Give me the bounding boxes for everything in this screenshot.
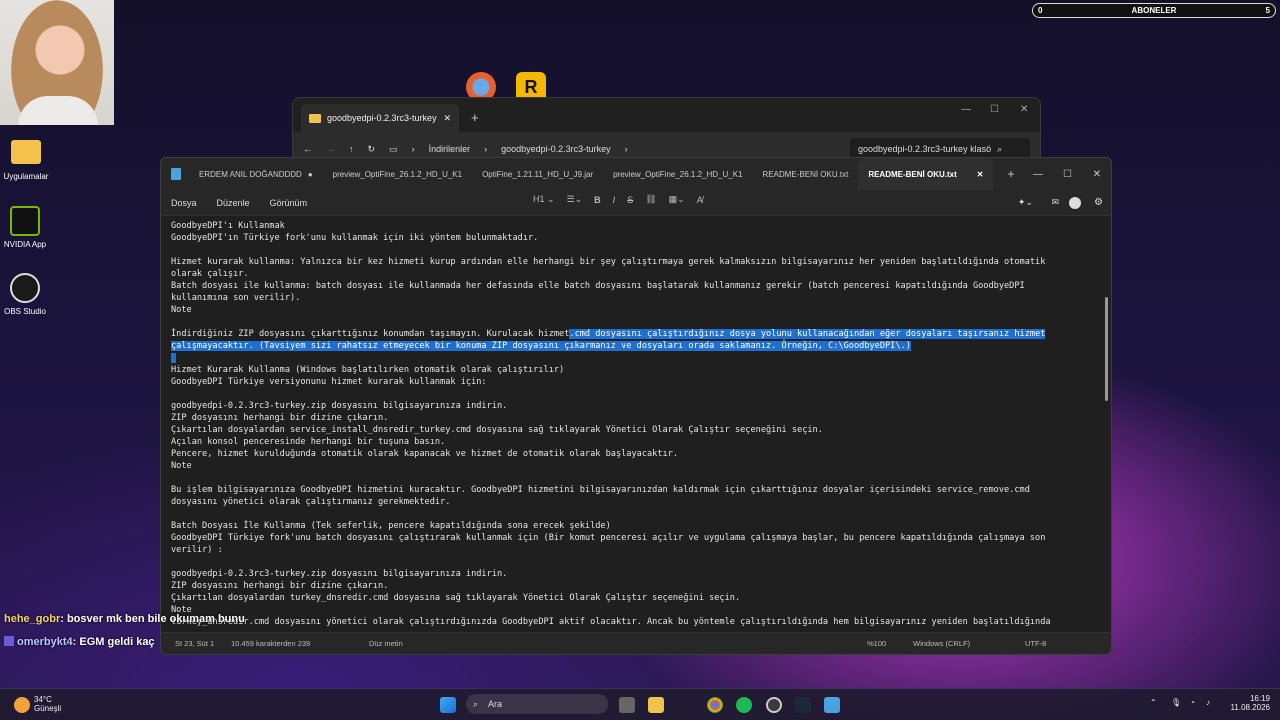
folder-icon [11,140,41,164]
chat-text: : bosver mk ben bile okumam bunu [60,613,245,625]
minimize-icon[interactable]: — [1033,169,1043,180]
char-count: 10.459 karakterden 239 [231,639,311,648]
windows-start-icon[interactable] [440,697,456,713]
notepad-taskbar-icon[interactable] [824,697,840,713]
search-icon: ⌕ [473,698,479,709]
folder-icon [309,113,321,123]
clock[interactable]: 16:19 11.08.2026 [1224,694,1270,712]
chat-badge-icon [4,636,14,646]
chat-text: : EGM geldi kaç [72,636,155,648]
selected-line-start: İndirdiğiniz ZIP dosyasını çıkarttığınız… [171,329,1046,339]
taskbar-search[interactable]: ⌕ Ara [466,694,608,714]
notepad-text-area[interactable]: GoodbyeDPI'ı Kullanmak GoodbyeDPI'ın Tür… [161,216,1111,632]
maximize-icon[interactable]: ☐ [1063,169,1072,180]
up-icon[interactable]: ↑ [349,144,354,154]
chevron-right-icon: › [624,144,628,154]
wifi-icon[interactable]: ◔ [1190,698,1195,707]
menu-view[interactable]: Görünüm [270,198,308,208]
copilot-icon[interactable]: ✦⌄ [1018,197,1033,208]
refresh-icon[interactable]: ↻ [368,144,376,155]
nvidia-icon [10,206,40,236]
chat-username: hehe_gobr [4,613,61,625]
menu-file[interactable]: Dosya [171,198,197,208]
tab-readme-active[interactable]: README-BENİ OKU.txt ✕ [858,158,994,190]
text-selection: çalışmayacaktır. (Tavsiyem sizi rahatsız… [171,341,911,351]
close-window-icon[interactable]: ✕ [1093,169,1101,180]
chevron-up-icon[interactable]: ⌃ [1150,698,1157,707]
volume-icon[interactable]: ♪ [1206,698,1210,707]
menu-edit[interactable]: Düzenle [217,198,250,208]
chat-username: omerbykt4 [17,636,73,648]
notepad-window: ERDEM ANIL DOĞANDDDD ● preview_OptiFine_2… [160,157,1112,655]
breadcrumb-folder[interactable]: goodbyedpi-0.2.3rc3-turkey [501,144,611,154]
chat-message: hehe_gobr: bosver mk ben bile okumam bun… [4,613,245,625]
chevron-right-icon: › [484,144,488,154]
desktop-icon-nvidia[interactable]: NVIDIA App [0,206,54,249]
line-ending[interactable]: Windows (CRLF) [913,639,970,648]
tab-optifine-jar[interactable]: OptiFine_1.21.11_HD_U_J9.jar [472,158,603,190]
scrollbar[interactable] [1105,297,1108,401]
zoom-level[interactable]: %100 [867,639,886,648]
encoding[interactable]: UTF-8 [1025,639,1046,648]
notepad-tabbar: ERDEM ANIL DOĞANDDDD ● preview_OptiFine_2… [161,158,1111,190]
notepad-menubar: Dosya Düzenle Görünüm H1 ⌄ ☰⌄ B I S ⛓ ▦⌄… [161,190,1111,216]
tab-preview-1[interactable]: preview_OptiFine_26.1.2_HD_U_K1 [323,158,472,190]
monitor-icon[interactable]: ▭ [389,144,398,155]
close-window-icon[interactable]: ✕ [1020,104,1028,115]
desktop-icon-obs[interactable]: OBS Studio [0,273,54,316]
feedback-icon[interactable]: ✉ [1051,197,1059,208]
text-selection-empty [171,353,177,363]
obs-icon [10,273,40,303]
chat-message: omerbykt4: EGM geldi kaç [4,636,155,648]
microphone-icon[interactable]: 🎙 [1171,698,1181,707]
tab-readme[interactable]: README-BENİ OKU.txt [753,158,859,190]
github-icon[interactable] [766,697,782,713]
subscriber-bar: 0 ABONELER 5 [1032,3,1276,18]
tab-erdem[interactable]: ERDEM ANIL DOĞANDDDD ● [189,158,323,190]
new-tab-icon[interactable]: + [1007,167,1014,181]
task-view-icon[interactable] [619,697,635,713]
weather-widget[interactable]: 34°C Güneşli [34,695,61,713]
file-explorer-taskbar-icon[interactable] [648,697,664,713]
notepad-icon [171,168,181,180]
search-icon: ⌕ [997,143,1003,154]
format-toolbar: H1 ⌄ ☰⌄ B I S ⛓ ▦⌄ A̸ [533,194,703,205]
heading-select[interactable]: H1 ⌄ [533,194,555,205]
bold-icon[interactable]: B [594,195,601,205]
webcam-overlay [0,0,114,125]
link-icon[interactable]: ⛓ [645,194,656,205]
text-mode[interactable]: Düz metin [369,639,403,648]
chrome-icon[interactable] [707,697,723,713]
status-bar: St 23, Süt 1 10.459 karakterden 239 Düz … [161,632,1111,654]
new-tab-icon[interactable]: + [471,110,479,125]
steam-icon[interactable] [795,697,811,713]
table-icon[interactable]: ▦⌄ [669,194,685,205]
minimize-icon[interactable]: — [961,104,971,115]
list-icon[interactable]: ☰⌄ [567,194,583,205]
maximize-icon[interactable]: ☐ [990,104,999,115]
modified-dot-icon: ● [307,169,313,179]
avatar[interactable] [1069,196,1081,209]
desktop-icon-apps[interactable]: Uygulamalar [0,140,55,181]
breadcrumb-downloads[interactable]: İndirilenler [429,144,471,154]
tab-preview-2[interactable]: preview_OptiFine_26.1.2_HD_U_K1 [603,158,752,190]
taskbar: 34°C Güneşli [0,688,1280,720]
italic-icon[interactable]: I [613,195,616,205]
clear-format-icon[interactable]: A̸ [697,195,703,205]
cursor-position: St 23, Süt 1 [175,639,215,648]
gear-icon[interactable]: ⚙ [1094,197,1103,208]
chevron-right-icon: › [411,144,415,154]
text-selection: .cmd dosyasını çalıştırdığınız dosya yol… [569,329,1046,339]
forward-icon[interactable]: → [326,144,335,154]
strikethrough-icon[interactable]: S [627,195,633,205]
close-icon[interactable]: ✕ [977,170,984,179]
spotify-icon[interactable] [736,697,752,713]
back-icon[interactable]: ← [303,144,312,154]
explorer-tab[interactable]: goodbyedpi-0.2.3rc3-turkey ✕ [301,104,459,132]
weather-icon[interactable] [14,697,30,713]
subs-label: ABONELER [1131,6,1177,15]
close-icon[interactable]: ✕ [443,113,451,124]
